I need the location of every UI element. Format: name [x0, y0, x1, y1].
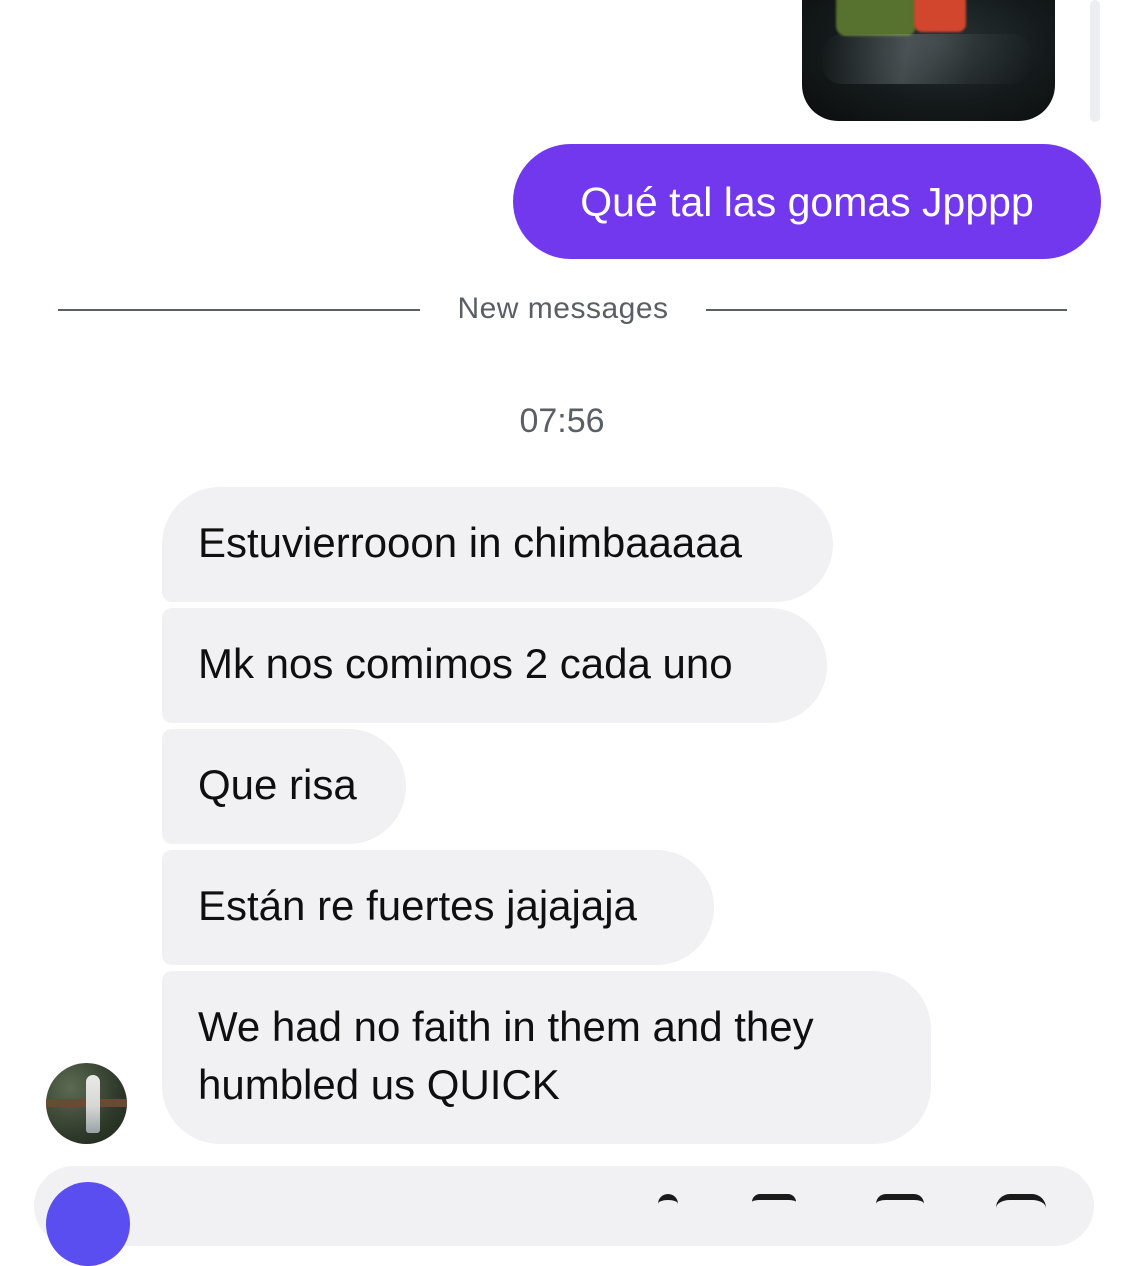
- received-message-bubble[interactable]: Están re fuertes jajajaja: [162, 850, 714, 965]
- received-message-text: Que risa: [198, 761, 357, 808]
- sent-message-text: Qué tal las gomas Jpppp: [580, 179, 1034, 225]
- new-messages-divider-right: [706, 309, 1067, 311]
- received-message-bubble[interactable]: Mk nos comimos 2 cada uno: [162, 608, 827, 723]
- microphone-icon[interactable]: [658, 1194, 678, 1208]
- avatar-person: [86, 1075, 100, 1133]
- scrollbar[interactable]: [1090, 0, 1100, 122]
- received-message-text: Mk nos comimos 2 cada uno: [198, 640, 733, 687]
- sticker-icon[interactable]: [876, 1194, 924, 1208]
- received-message-text: Están re fuertes jajajaja: [198, 882, 637, 929]
- photo-wrapper-sheen: [822, 34, 1032, 84]
- sent-photo-image[interactable]: [802, 0, 1055, 121]
- photo-red-gummy: [914, 0, 966, 32]
- new-messages-label: New messages: [457, 292, 669, 325]
- camera-icon[interactable]: [46, 1182, 130, 1266]
- message-composer[interactable]: [34, 1166, 1094, 1246]
- gallery-icon[interactable]: [752, 1194, 796, 1208]
- add-icon[interactable]: [996, 1194, 1046, 1208]
- received-message-text: We had no faith in them and they humbled…: [198, 1003, 814, 1108]
- received-message-bubble[interactable]: We had no faith in them and they humbled…: [162, 971, 931, 1144]
- contact-avatar[interactable]: [46, 1063, 127, 1144]
- photo-green-gummy: [836, 0, 916, 36]
- new-messages-divider-left: [58, 309, 420, 311]
- received-message-bubble[interactable]: Estuvierrooon in chimbaaaaa: [162, 487, 833, 602]
- sent-message-bubble[interactable]: Qué tal las gomas Jpppp: [513, 144, 1101, 259]
- received-message-text: Estuvierrooon in chimbaaaaa: [198, 519, 742, 566]
- message-timestamp: 07:56: [519, 402, 605, 440]
- received-message-bubble[interactable]: Que risa: [162, 729, 406, 844]
